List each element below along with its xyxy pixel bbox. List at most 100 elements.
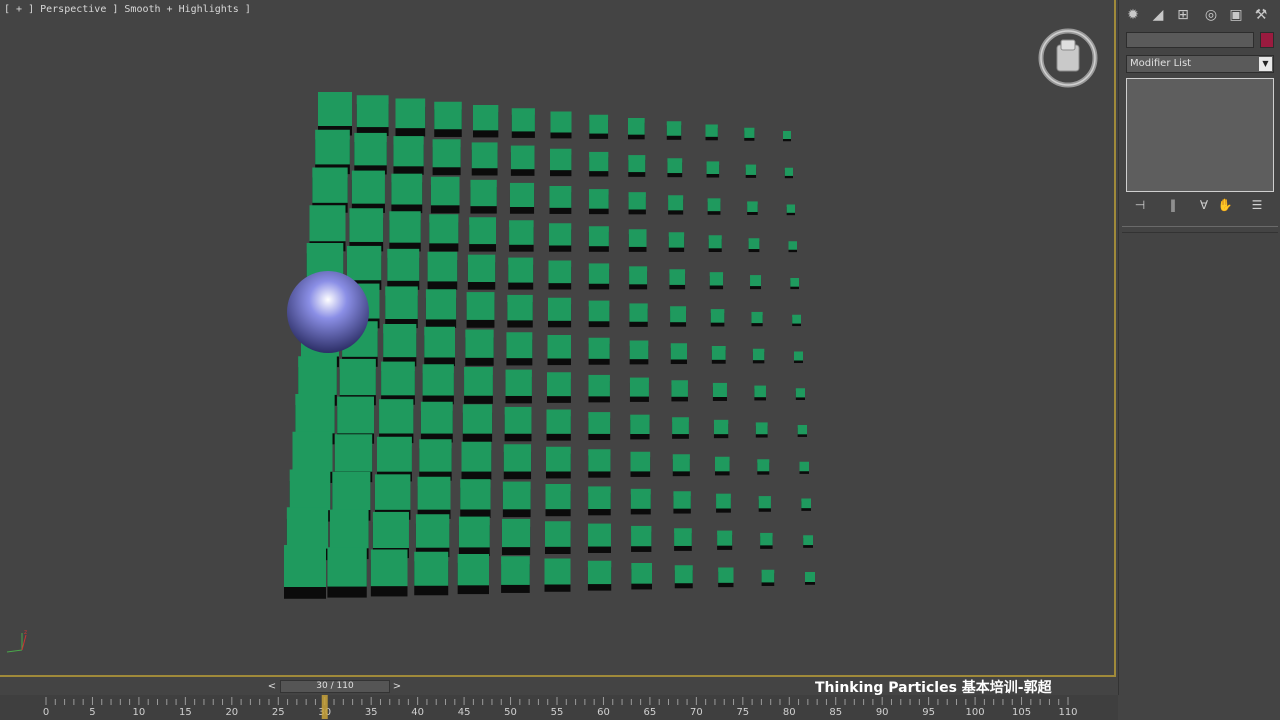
particle-box[interactable]: [550, 148, 572, 171]
particle-box[interactable]: [430, 176, 460, 206]
particle-box[interactable]: [469, 217, 496, 245]
particle-box[interactable]: [666, 121, 682, 136]
show-end-result-button[interactable]: ‖: [1164, 197, 1182, 213]
particle-box[interactable]: [667, 158, 683, 174]
particle-box[interactable]: [588, 300, 610, 322]
particle-box[interactable]: [334, 434, 373, 472]
particle-box[interactable]: [674, 528, 692, 546]
particle-box[interactable]: [464, 366, 493, 396]
particle-box[interactable]: [377, 436, 412, 472]
object-color-swatch[interactable]: [1260, 32, 1274, 48]
remove-modifier-button[interactable]: ✋: [1216, 197, 1234, 213]
particle-box[interactable]: [383, 324, 417, 358]
particle-box[interactable]: [630, 451, 651, 472]
pin-stack-button[interactable]: ⊣: [1131, 197, 1149, 213]
particle-box[interactable]: [788, 241, 798, 250]
particle-box[interactable]: [349, 208, 384, 242]
particle-box[interactable]: [709, 272, 724, 286]
viewport-scene[interactable]: [0, 0, 1116, 677]
particle-box[interactable]: [588, 263, 610, 284]
particle-box[interactable]: [711, 346, 726, 360]
particle-box[interactable]: [470, 179, 497, 207]
track-bar[interactable]: 0510152025303540455055606570758085909510…: [0, 695, 1118, 720]
particle-box[interactable]: [422, 364, 454, 396]
create-tab[interactable]: ✹: [1123, 6, 1143, 24]
particle-box[interactable]: [289, 469, 331, 511]
make-unique-button[interactable]: ∀: [1195, 197, 1213, 213]
particle-box[interactable]: [588, 337, 610, 359]
particle-box[interactable]: [351, 170, 385, 204]
particle-box[interactable]: [429, 214, 459, 244]
particle-box[interactable]: [710, 309, 725, 323]
particle-box[interactable]: [509, 182, 535, 207]
particle-box[interactable]: [784, 167, 793, 176]
particle-box[interactable]: [379, 399, 414, 434]
utilities-tab[interactable]: ⚒: [1251, 6, 1271, 24]
particle-box[interactable]: [628, 192, 646, 210]
object-name-field[interactable]: [1126, 32, 1254, 48]
particle-box[interactable]: [425, 289, 457, 320]
particle-box[interactable]: [545, 521, 571, 547]
particle-box[interactable]: [760, 532, 773, 546]
particle-box[interactable]: [588, 412, 611, 434]
particle-box[interactable]: [670, 306, 687, 323]
particle-box[interactable]: [467, 254, 496, 282]
particle-box[interactable]: [588, 226, 609, 247]
particle-box[interactable]: [707, 198, 721, 212]
particle-box[interactable]: [588, 486, 611, 509]
particle-box[interactable]: [803, 535, 813, 546]
particle-box[interactable]: [354, 132, 387, 166]
particle-box[interactable]: [754, 385, 766, 398]
particle-box[interactable]: [751, 311, 763, 324]
particle-box[interactable]: [547, 372, 571, 397]
particle-box[interactable]: [712, 382, 727, 397]
particle-box[interactable]: [748, 238, 760, 250]
particle-box[interactable]: [508, 257, 534, 283]
particle-box[interactable]: [504, 406, 532, 434]
particle-box[interactable]: [631, 563, 652, 584]
motion-tab[interactable]: ◎: [1201, 6, 1221, 24]
particle-box[interactable]: [588, 449, 611, 472]
particle-box[interactable]: [434, 101, 462, 130]
modify-tab[interactable]: ◢: [1148, 6, 1168, 24]
particle-box[interactable]: [628, 155, 646, 173]
particle-box[interactable]: [298, 356, 337, 395]
particle-box[interactable]: [713, 419, 729, 435]
particle-box[interactable]: [461, 441, 492, 472]
particle-box[interactable]: [389, 211, 421, 243]
particle-box[interactable]: [671, 380, 688, 397]
particle-box[interactable]: [631, 525, 652, 547]
particle-box[interactable]: [668, 232, 685, 248]
particle-box[interactable]: [505, 369, 532, 396]
viewport-label[interactable]: [ + ] Perspective ] Smooth + Highlights …: [4, 4, 251, 15]
particle-box[interactable]: [549, 186, 572, 208]
particle-box[interactable]: [506, 332, 533, 359]
particle-box[interactable]: [705, 124, 718, 137]
particle-box[interactable]: [309, 205, 346, 242]
particle-box[interactable]: [385, 286, 418, 319]
particle-box[interactable]: [757, 459, 770, 472]
particle-box[interactable]: [295, 394, 335, 434]
particle-box[interactable]: [465, 329, 494, 358]
particle-box[interactable]: [337, 396, 375, 434]
time-slider[interactable]: 30 / 110: [280, 680, 390, 693]
particle-box[interactable]: [629, 266, 648, 285]
particle-box[interactable]: [544, 558, 571, 585]
particle-box[interactable]: [286, 507, 329, 549]
particle-box[interactable]: [315, 129, 350, 165]
particle-box[interactable]: [546, 446, 571, 472]
particle-box[interactable]: [503, 444, 532, 472]
time-slider-prev-button[interactable]: <: [265, 680, 279, 693]
particle-box[interactable]: [327, 547, 367, 587]
particle-box[interactable]: [718, 567, 734, 583]
sphere-object[interactable]: [287, 271, 369, 353]
chevron-down-icon[interactable]: ▼: [1259, 57, 1272, 71]
particle-box[interactable]: [419, 439, 452, 472]
particle-box[interactable]: [501, 556, 530, 585]
particle-box[interactable]: [395, 98, 426, 129]
particle-box[interactable]: [761, 569, 775, 583]
particle-box[interactable]: [356, 95, 389, 128]
particle-box[interactable]: [462, 404, 493, 434]
particle-box[interactable]: [415, 514, 450, 548]
particle-box[interactable]: [801, 498, 811, 509]
